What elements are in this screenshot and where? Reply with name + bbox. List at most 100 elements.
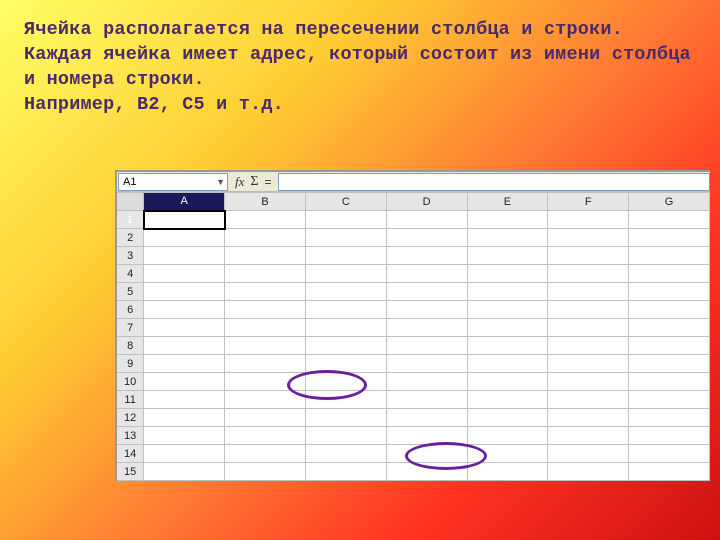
cell-g12[interactable] xyxy=(629,409,710,427)
cell-b7[interactable] xyxy=(225,319,306,337)
cell-c5[interactable] xyxy=(305,283,386,301)
column-header-c[interactable]: C xyxy=(305,193,386,211)
cell-e8[interactable] xyxy=(467,337,548,355)
cell-e9[interactable] xyxy=(467,355,548,373)
cell-e4[interactable] xyxy=(467,265,548,283)
cell-g8[interactable] xyxy=(629,337,710,355)
cell-g13[interactable] xyxy=(629,427,710,445)
cell-g7[interactable] xyxy=(629,319,710,337)
cell-g6[interactable] xyxy=(629,301,710,319)
cell-c6[interactable] xyxy=(305,301,386,319)
cell-b11[interactable] xyxy=(225,391,306,409)
cell-f6[interactable] xyxy=(548,301,629,319)
cell-b6[interactable] xyxy=(225,301,306,319)
cell-d10[interactable] xyxy=(386,373,467,391)
sigma-icon[interactable]: Σ xyxy=(250,174,258,190)
cell-e5[interactable] xyxy=(467,283,548,301)
cell-c10[interactable] xyxy=(305,373,386,391)
row-header-1[interactable]: 1 xyxy=(116,211,144,229)
row-header-5[interactable]: 5 xyxy=(116,283,144,301)
cell-c14[interactable] xyxy=(305,445,386,463)
cell-a13[interactable] xyxy=(144,427,225,445)
cell-a11[interactable] xyxy=(144,391,225,409)
cell-e3[interactable] xyxy=(467,247,548,265)
cell-g14[interactable] xyxy=(629,445,710,463)
cell-b12[interactable] xyxy=(225,409,306,427)
cell-d14[interactable] xyxy=(386,445,467,463)
cell-g2[interactable] xyxy=(629,229,710,247)
cell-f3[interactable] xyxy=(548,247,629,265)
row-header-9[interactable]: 9 xyxy=(116,355,144,373)
cell-c3[interactable] xyxy=(305,247,386,265)
cell-c15[interactable] xyxy=(305,463,386,481)
cell-f14[interactable] xyxy=(548,445,629,463)
cell-e13[interactable] xyxy=(467,427,548,445)
equals-icon[interactable]: = xyxy=(265,175,272,189)
cell-c9[interactable] xyxy=(305,355,386,373)
chevron-down-icon[interactable]: ▼ xyxy=(216,177,225,187)
cell-a4[interactable] xyxy=(144,265,225,283)
cell-f7[interactable] xyxy=(548,319,629,337)
cell-f9[interactable] xyxy=(548,355,629,373)
cell-a12[interactable] xyxy=(144,409,225,427)
row-header-13[interactable]: 13 xyxy=(116,427,144,445)
cell-c12[interactable] xyxy=(305,409,386,427)
cell-f1[interactable] xyxy=(548,211,629,229)
row-header-12[interactable]: 12 xyxy=(116,409,144,427)
cell-f2[interactable] xyxy=(548,229,629,247)
row-header-6[interactable]: 6 xyxy=(116,301,144,319)
spreadsheet-grid[interactable]: ABCDEFG 123456789101112131415 xyxy=(115,192,710,481)
cell-b14[interactable] xyxy=(225,445,306,463)
cell-e1[interactable] xyxy=(467,211,548,229)
row-header-15[interactable]: 15 xyxy=(116,463,144,481)
cell-b10[interactable] xyxy=(225,373,306,391)
cell-f12[interactable] xyxy=(548,409,629,427)
cell-e6[interactable] xyxy=(467,301,548,319)
cell-c4[interactable] xyxy=(305,265,386,283)
cell-f4[interactable] xyxy=(548,265,629,283)
formula-input[interactable] xyxy=(278,173,710,191)
cell-d9[interactable] xyxy=(386,355,467,373)
cell-c8[interactable] xyxy=(305,337,386,355)
cell-a6[interactable] xyxy=(144,301,225,319)
cell-a15[interactable] xyxy=(144,463,225,481)
cell-f8[interactable] xyxy=(548,337,629,355)
cell-g10[interactable] xyxy=(629,373,710,391)
cell-e7[interactable] xyxy=(467,319,548,337)
cell-f15[interactable] xyxy=(548,463,629,481)
cell-a7[interactable] xyxy=(144,319,225,337)
cell-e15[interactable] xyxy=(467,463,548,481)
cell-e14[interactable] xyxy=(467,445,548,463)
cell-d1[interactable] xyxy=(386,211,467,229)
cell-b9[interactable] xyxy=(225,355,306,373)
cell-b15[interactable] xyxy=(225,463,306,481)
cell-f5[interactable] xyxy=(548,283,629,301)
cell-d4[interactable] xyxy=(386,265,467,283)
cell-c1[interactable] xyxy=(305,211,386,229)
cell-d2[interactable] xyxy=(386,229,467,247)
cell-a8[interactable] xyxy=(144,337,225,355)
cell-e12[interactable] xyxy=(467,409,548,427)
row-header-8[interactable]: 8 xyxy=(116,337,144,355)
column-header-g[interactable]: G xyxy=(629,193,710,211)
cell-b1[interactable] xyxy=(225,211,306,229)
cell-f11[interactable] xyxy=(548,391,629,409)
fx-icon[interactable]: fx xyxy=(235,174,244,190)
cell-d5[interactable] xyxy=(386,283,467,301)
cell-e2[interactable] xyxy=(467,229,548,247)
cell-a14[interactable] xyxy=(144,445,225,463)
cell-b13[interactable] xyxy=(225,427,306,445)
cell-g1[interactable] xyxy=(629,211,710,229)
select-all-corner[interactable] xyxy=(116,193,144,211)
cell-d6[interactable] xyxy=(386,301,467,319)
cell-d13[interactable] xyxy=(386,427,467,445)
cell-d11[interactable] xyxy=(386,391,467,409)
cell-a5[interactable] xyxy=(144,283,225,301)
cell-a9[interactable] xyxy=(144,355,225,373)
cell-g15[interactable] xyxy=(629,463,710,481)
column-header-f[interactable]: F xyxy=(548,193,629,211)
column-header-e[interactable]: E xyxy=(467,193,548,211)
cell-d3[interactable] xyxy=(386,247,467,265)
cell-g3[interactable] xyxy=(629,247,710,265)
cell-b4[interactable] xyxy=(225,265,306,283)
